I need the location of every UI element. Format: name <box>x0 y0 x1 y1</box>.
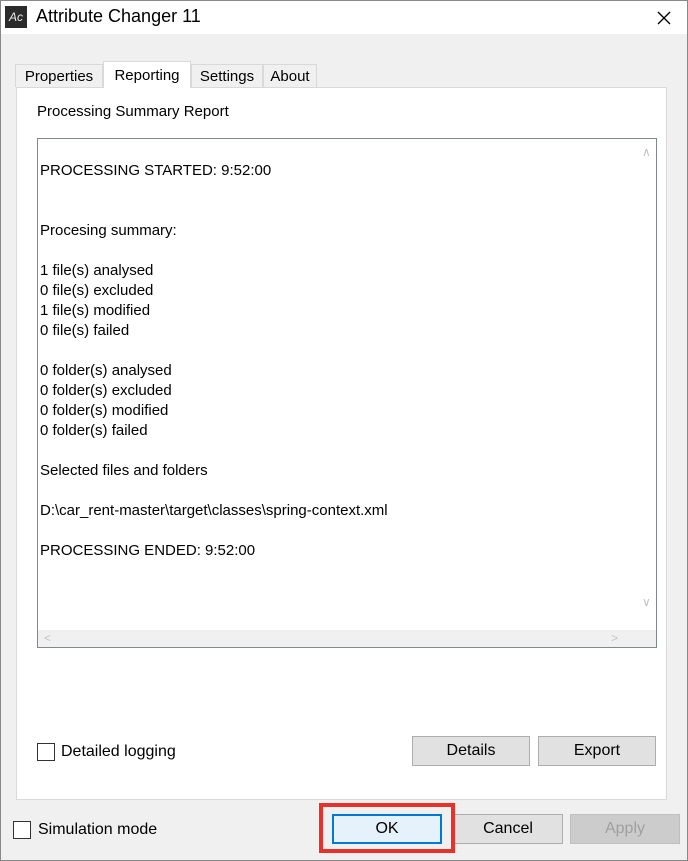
report-line: 0 folder(s) modified <box>40 402 169 419</box>
report-line <box>40 441 630 461</box>
report-line: Selected files and folders <box>40 462 208 479</box>
window-title: Attribute Changer 11 <box>36 6 201 26</box>
report-line: 0 file(s) excluded <box>40 282 154 299</box>
vertical-scrollbar[interactable]: ∧ ∨ <box>639 139 656 628</box>
report-line: Procesing summary: <box>40 222 177 239</box>
simulation-mode-checkbox[interactable] <box>13 821 31 839</box>
report-line: 0 file(s) failed <box>40 322 130 339</box>
tab-properties[interactable]: Properties <box>15 64 103 87</box>
report-line <box>40 181 630 201</box>
close-icon <box>657 11 671 24</box>
scrollbar-corner <box>639 630 656 647</box>
detailed-logging-checkbox[interactable] <box>37 743 55 761</box>
report-line: 0 folder(s) analysed <box>40 362 172 379</box>
scroll-up-icon[interactable]: ∧ <box>642 145 651 159</box>
report-line: 0 folder(s) excluded <box>40 382 172 399</box>
close-button[interactable] <box>641 1 687 34</box>
report-line: 0 folder(s) failed <box>40 422 148 439</box>
report-line: PROCESSING ENDED: 9:52:00 <box>40 542 256 559</box>
title-bar: Ac Attribute Changer 11 <box>1 1 687 34</box>
attribute-changer-window: Ac Attribute Changer 11 Properties Repor… <box>0 0 688 861</box>
report-line: 1 file(s) analysed <box>40 262 154 279</box>
detailed-logging-label: Detailed logging <box>61 743 176 760</box>
export-button[interactable]: Export <box>538 736 656 766</box>
cancel-button[interactable]: Cancel <box>453 814 563 844</box>
report-line: 1 file(s) modified <box>40 302 151 319</box>
scroll-left-icon[interactable]: < <box>44 631 51 645</box>
report-line <box>40 341 630 361</box>
scroll-down-icon[interactable]: ∨ <box>642 595 651 609</box>
tab-about[interactable]: About <box>263 64 317 87</box>
report-text-area[interactable]: PROCESSING STARTED: 9:52:00 Procesing sum… <box>37 138 657 648</box>
app-icon: Ac <box>5 6 27 28</box>
report-line <box>40 521 630 541</box>
report-line <box>40 481 630 501</box>
reporting-panel: Processing Summary Report PROCESSING STA… <box>16 87 667 800</box>
report-line: D:\car_rent-master\target\classes\spring… <box>40 502 388 519</box>
details-button[interactable]: Details <box>412 736 530 766</box>
report-content: PROCESSING STARTED: 9:52:00 Procesing sum… <box>40 161 630 561</box>
simulation-mode-label: Simulation mode <box>38 821 158 838</box>
scroll-right-icon[interactable]: > <box>611 631 618 645</box>
tab-reporting[interactable]: Reporting <box>103 61 191 88</box>
report-heading: Processing Summary Report <box>37 103 229 120</box>
ok-button-highlight <box>319 803 455 853</box>
report-line <box>40 201 630 221</box>
horizontal-scrollbar[interactable]: < > <box>38 630 639 647</box>
apply-button[interactable]: Apply <box>570 814 680 844</box>
report-line <box>40 241 630 261</box>
tab-settings[interactable]: Settings <box>191 64 263 87</box>
report-line: PROCESSING STARTED: 9:52:00 <box>40 162 272 179</box>
